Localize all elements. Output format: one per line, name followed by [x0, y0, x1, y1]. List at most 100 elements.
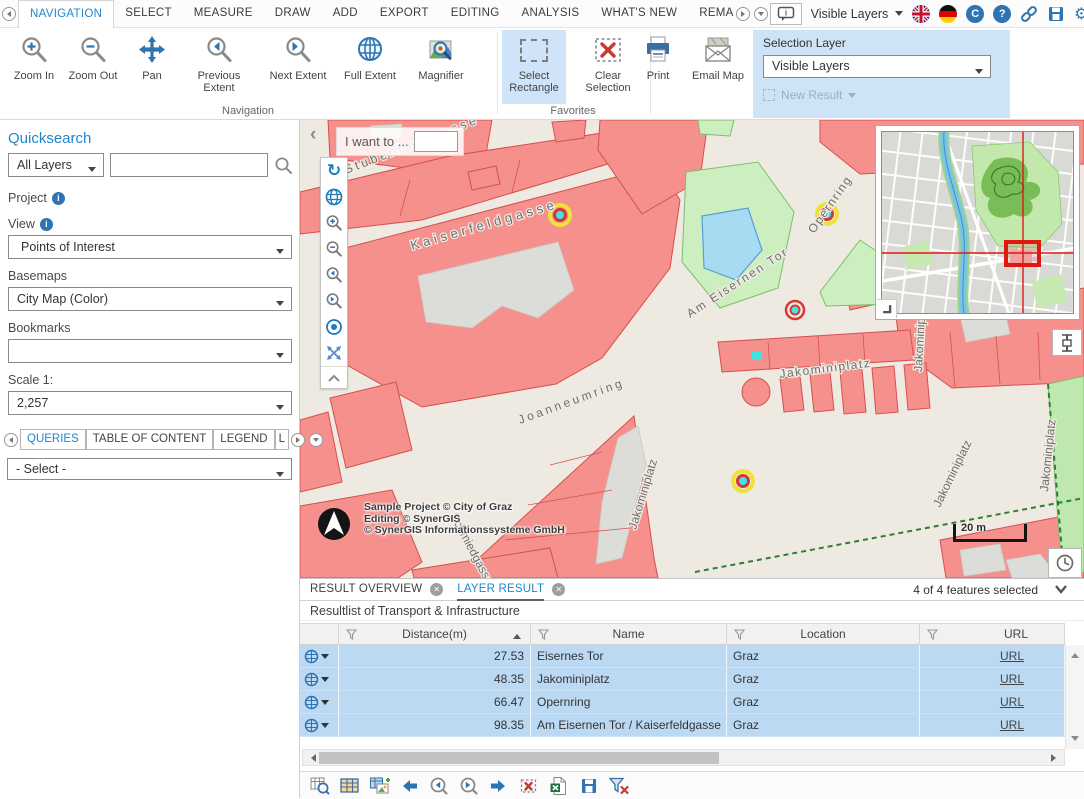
tabs-scroll-left-icon[interactable] [4, 433, 18, 447]
view-dropdown[interactable]: Points of Interest [8, 235, 292, 259]
copyright-button[interactable]: C [966, 5, 984, 23]
print-button[interactable]: Print [634, 30, 682, 114]
scroll-down-icon[interactable] [1071, 736, 1079, 745]
feature-actions[interactable] [300, 645, 339, 667]
scrollbar-thumb[interactable] [319, 752, 719, 764]
table-row[interactable]: 98.35 Am Eisernen Tor / Kaiserfeldgasse … [300, 714, 1065, 737]
column-header-location[interactable]: Location [727, 624, 920, 644]
tabs-scroll-right-icon[interactable] [291, 433, 305, 447]
menu-tab-add[interactable]: ADD [322, 0, 369, 27]
scroll-left-icon[interactable] [307, 754, 316, 762]
zoom-out-button[interactable]: Zoom Out [62, 30, 124, 114]
feature-actions[interactable] [300, 668, 339, 690]
zoom-in-button[interactable]: Zoom In [8, 30, 60, 114]
menu-tab-select[interactable]: SELECT [114, 0, 183, 27]
collapse-toolbar-button[interactable] [321, 366, 347, 388]
close-layer-result-icon[interactable]: ✕ [552, 583, 565, 596]
previous-extent-button[interactable]: Previous Extent [180, 30, 258, 114]
fullscreen-button[interactable] [321, 340, 347, 366]
sort-ascending-icon[interactable] [513, 630, 521, 639]
table-horizontal-scrollbar[interactable] [302, 749, 1065, 766]
filter-icon[interactable] [346, 629, 357, 640]
swipe-tool-button[interactable] [1052, 329, 1082, 356]
collapse-sidebar-icon[interactable]: ‹ [310, 124, 316, 146]
tab-table-of-content[interactable]: TABLE OF CONTENT [86, 429, 214, 450]
tooltip-bubble-button[interactable]: i [770, 3, 802, 25]
url-link[interactable]: URL [1000, 718, 1024, 732]
show-table-button[interactable] [338, 775, 360, 797]
menu-scroll-left-icon[interactable] [2, 7, 16, 21]
url-link[interactable]: URL [1000, 672, 1024, 686]
view-info-icon[interactable] [40, 218, 53, 231]
tab-result-overview[interactable]: RESULT OVERVIEW [310, 579, 422, 601]
settings-menu[interactable]: ⚙ [1074, 4, 1084, 23]
menu-tab-rema[interactable]: REMA [688, 0, 733, 27]
save-session-icon[interactable] [1047, 5, 1065, 23]
selection-layer-dropdown[interactable]: Visible Layers [763, 55, 991, 78]
tab-truncated[interactable]: L [275, 429, 289, 450]
url-link[interactable]: URL [1000, 695, 1024, 709]
zoom-previous-button[interactable] [428, 775, 450, 797]
tab-layer-result[interactable]: LAYER RESULT [457, 579, 544, 601]
default-tool-button[interactable] [321, 314, 347, 340]
pan-button[interactable]: Pan [128, 30, 176, 114]
filter-icon[interactable] [927, 629, 938, 640]
pan-right-button[interactable] [488, 775, 510, 797]
i-want-to-input[interactable] [414, 131, 458, 152]
table-row[interactable]: 27.53 Eisernes Tor Graz URL [300, 645, 1065, 668]
table-vertical-scrollbar[interactable] [1065, 645, 1084, 749]
table-row[interactable]: 48.35 Jakominiplatz Graz URL [300, 668, 1065, 691]
magnifier-button[interactable]: Magnifier [406, 30, 476, 114]
menu-tab-navigation[interactable]: NAVIGATION [18, 0, 114, 28]
time-slider-button[interactable] [1048, 548, 1082, 578]
feature-actions[interactable] [300, 714, 339, 736]
new-result-button[interactable]: New Result [763, 88, 856, 102]
full-extent-button-map[interactable] [321, 184, 347, 210]
column-header-url[interactable]: URL [920, 624, 1065, 644]
menu-tab-draw[interactable]: DRAW [264, 0, 322, 27]
zoom-in-button-map[interactable] [321, 210, 347, 236]
menu-tab-export[interactable]: EXPORT [369, 0, 440, 27]
table-row[interactable]: 66.47 Opernring Graz URL [300, 691, 1065, 714]
clear-filter-button[interactable] [608, 775, 630, 797]
export-report-button[interactable] [368, 775, 390, 797]
collapse-results-icon[interactable] [1046, 583, 1076, 597]
feature-actions[interactable] [300, 691, 339, 713]
scroll-right-icon[interactable] [1051, 754, 1060, 762]
menu-tab-analysis[interactable]: ANALYSIS [511, 0, 591, 27]
pan-left-button[interactable] [398, 775, 420, 797]
quicksearch-input[interactable] [110, 153, 268, 177]
zoom-out-button-map[interactable] [321, 236, 347, 262]
column-header-name[interactable]: Name [531, 624, 727, 644]
export-excel-button[interactable] [548, 775, 570, 797]
menu-scroll-right-icon[interactable] [736, 7, 750, 21]
tab-queries[interactable]: QUERIES [20, 429, 86, 450]
column-header-distance[interactable]: Distance(m) [339, 624, 531, 644]
refresh-map-button[interactable]: ↻ [321, 158, 347, 184]
zoom-next-button[interactable] [458, 775, 480, 797]
i-want-to-widget[interactable]: I want to ... [336, 127, 464, 156]
query-select-dropdown[interactable]: - Select - [7, 458, 292, 480]
scale-dropdown[interactable]: 2,257 [8, 391, 292, 415]
menu-tab-editing[interactable]: EDITING [440, 0, 511, 27]
email-map-button[interactable]: Email Map [688, 30, 748, 114]
search-icon[interactable] [274, 156, 293, 175]
project-info-icon[interactable] [52, 192, 65, 205]
bookmarks-dropdown[interactable] [8, 339, 292, 363]
save-results-button[interactable] [578, 775, 600, 797]
remove-selection-button[interactable] [518, 775, 540, 797]
menu-overflow-icon[interactable] [754, 7, 768, 21]
language-german-icon[interactable] [939, 5, 957, 23]
help-button[interactable]: ? [993, 5, 1011, 23]
basemaps-dropdown[interactable]: City Map (Color) [8, 287, 292, 311]
open-table-button[interactable] [308, 775, 330, 797]
close-result-overview-icon[interactable]: ✕ [430, 583, 443, 596]
scroll-up-icon[interactable] [1071, 649, 1079, 658]
full-extent-button[interactable]: Full Extent [338, 30, 402, 114]
overview-map[interactable] [875, 125, 1080, 320]
next-extent-button-map[interactable] [321, 288, 347, 314]
overview-collapse-button[interactable] [877, 299, 897, 318]
select-rectangle-button[interactable]: Select Rectangle [502, 30, 566, 104]
next-extent-button[interactable]: Next Extent [262, 30, 334, 114]
share-link-icon[interactable] [1020, 5, 1038, 23]
